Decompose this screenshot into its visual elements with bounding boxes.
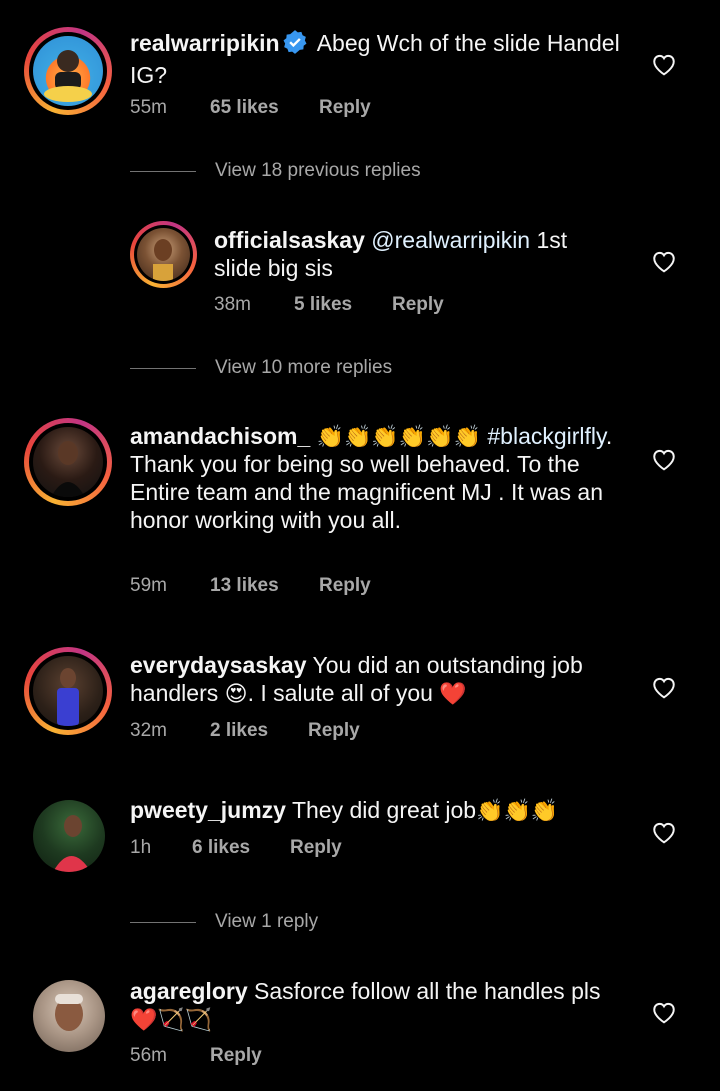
verified-badge-icon [282,29,308,61]
hashtag-link[interactable]: #blackgirlfly [487,423,605,449]
view-previous-replies[interactable]: View 18 previous replies [130,160,421,182]
avatar-officialsaskay[interactable] [130,221,197,288]
timestamp: 56m [130,1045,167,1066]
username[interactable]: agareglory [130,978,248,1004]
likes-count[interactable]: 13 likes [210,575,319,597]
avatar-image [44,50,92,102]
comment-meta: 32m 2 likes Reply [130,720,360,742]
avatar-image [51,441,85,497]
heart-outline-icon[interactable] [651,1000,677,1024]
reply-button[interactable]: Reply [319,97,371,119]
view-more-replies-label: View 10 more replies [215,357,393,378]
likes-count[interactable]: 6 likes [192,837,290,859]
comment-meta: 59m 13 likes Reply [130,575,371,597]
comment-meta: 55m 65 likes Reply [130,97,371,119]
comment-text: Sasforce follow all the handles pls [254,978,601,1004]
heart-outline-icon[interactable] [651,820,677,844]
likes-count[interactable]: 5 likes [294,294,392,316]
view-one-reply-label: View 1 reply [215,911,319,932]
view-previous-replies-label: View 18 previous replies [215,160,421,181]
username[interactable]: pweety_jumzy [130,797,286,823]
comment-text-end: . I salute all of you [247,680,433,706]
heart-and-bow-emoji: ❤️🏹🏹 [130,1007,213,1032]
clapping-hands-emoji: 👏👏👏👏👏👏 [316,424,481,449]
heart-outline-icon[interactable] [651,249,677,273]
avatar-amandachisom[interactable] [24,418,112,506]
timestamp: 38m [214,294,251,315]
timestamp: 55m [130,97,167,118]
avatar-image [55,994,83,1031]
comment-meta: 56m Reply [130,1045,262,1067]
red-heart-emoji: ❤️ [439,681,467,706]
username[interactable]: realwarripikin [130,30,280,56]
username[interactable]: amandachisom_ [130,423,310,449]
comment-meta: 38m 5 likes Reply [214,294,444,316]
reply-button[interactable]: Reply [290,837,342,859]
heart-outline-icon[interactable] [651,447,677,471]
mention-link[interactable]: @realwarripikin [371,227,530,253]
likes-count[interactable]: 2 likes [210,720,308,742]
heart-outline-icon[interactable] [651,52,677,76]
reply-button[interactable]: Reply [308,720,360,742]
timestamp: 32m [130,720,167,741]
timestamp: 59m [130,575,167,596]
username[interactable]: everydaysaskay [130,652,307,678]
reply-button[interactable]: Reply [319,575,371,597]
avatar-image [53,815,91,872]
avatar-agareglory[interactable] [33,980,105,1052]
avatar-image [57,668,79,726]
comment-text: They did great job [291,797,477,823]
view-one-reply[interactable]: View 1 reply [130,911,318,933]
clapping-hands-emoji: 👏👏👏 [476,798,559,823]
avatar-realwarripikin[interactable] [24,27,112,115]
avatar-pweety-jumzy[interactable] [33,800,105,872]
avatar-everydaysaskay[interactable] [24,647,112,735]
avatar-image [153,239,173,281]
likes-count[interactable]: 65 likes [210,97,319,119]
heart-outline-icon[interactable] [651,675,677,699]
timestamp: 1h [130,837,152,858]
reply-button[interactable]: Reply [210,1045,262,1067]
heart-eyes-emoji: 😍 [224,681,248,706]
comment-meta: 1h 6 likes Reply [130,837,342,859]
view-more-replies[interactable]: View 10 more replies [130,357,392,379]
reply-button[interactable]: Reply [392,294,444,316]
username[interactable]: officialsaskay [214,227,365,253]
